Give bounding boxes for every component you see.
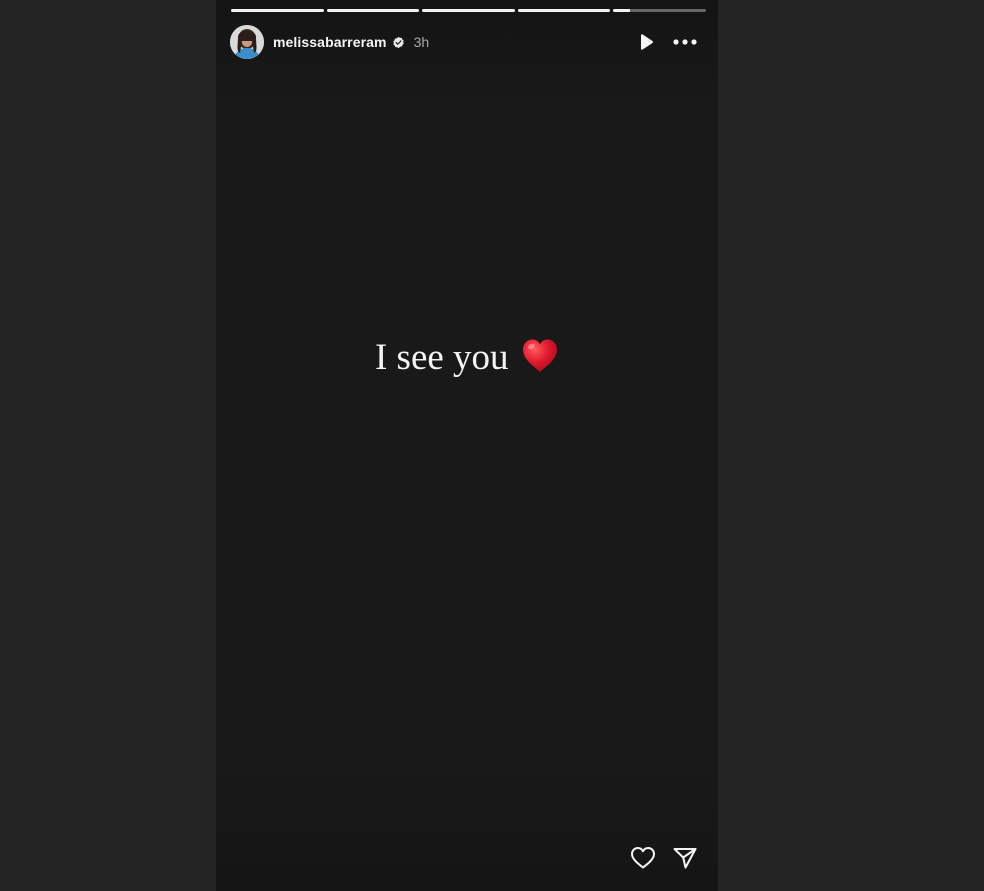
play-icon — [641, 34, 653, 50]
heart-outline-icon — [631, 847, 655, 869]
progress-segment — [422, 9, 515, 12]
story-progress-bar — [231, 9, 706, 12]
like-button[interactable] — [630, 845, 656, 871]
story-actions — [630, 845, 698, 871]
verified-badge-icon — [392, 36, 405, 49]
progress-segment — [231, 9, 324, 12]
send-icon — [673, 848, 697, 869]
more-options-icon — [673, 39, 697, 45]
story-caption: I see you — [216, 336, 718, 379]
viewer-backdrop: melissabarreram 3h I see you — [0, 0, 984, 891]
avatar[interactable] — [230, 25, 264, 59]
progress-segment — [517, 9, 611, 12]
username[interactable]: melissabarreram — [273, 34, 387, 50]
share-button[interactable] — [672, 845, 698, 871]
play-button[interactable] — [634, 30, 658, 54]
progress-fill — [613, 9, 631, 12]
story-frame[interactable]: melissabarreram 3h I see you — [216, 0, 718, 891]
caption-text: I see you — [374, 337, 509, 378]
progress-fill — [231, 9, 324, 12]
progress-fill — [326, 9, 420, 12]
story-header: melissabarreram 3h — [230, 24, 698, 60]
more-options-button[interactable] — [672, 30, 698, 54]
progress-segment — [326, 9, 420, 12]
progress-segment — [613, 9, 706, 12]
progress-fill — [517, 9, 611, 12]
progress-fill — [422, 9, 515, 12]
post-time: 3h — [413, 34, 430, 50]
red-heart-emoji — [521, 338, 559, 374]
